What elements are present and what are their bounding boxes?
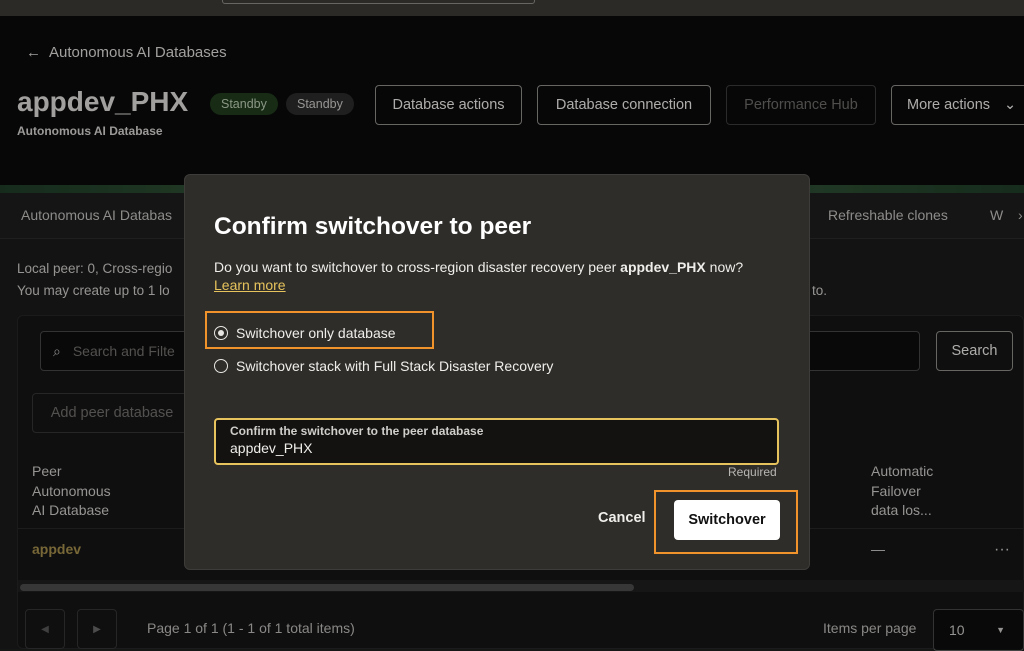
- dialog-question: Do you want to switchover to cross-regio…: [214, 259, 744, 275]
- confirm-name-input[interactable]: Confirm the switchover to the peer datab…: [214, 418, 779, 465]
- radio-switchover-database[interactable]: Switchover only database: [214, 325, 396, 341]
- required-hint: Required: [728, 465, 777, 479]
- radio-selected-icon[interactable]: [214, 326, 228, 340]
- switchover-button[interactable]: Switchover: [674, 500, 780, 540]
- dialog-title: Confirm switchover to peer: [214, 213, 532, 240]
- learn-more-link[interactable]: Learn more: [214, 277, 286, 293]
- cancel-button[interactable]: Cancel: [598, 510, 646, 526]
- radio-switchover-stack[interactable]: Switchover stack with Full Stack Disaste…: [214, 358, 553, 374]
- radio-unselected-icon[interactable]: [214, 359, 228, 373]
